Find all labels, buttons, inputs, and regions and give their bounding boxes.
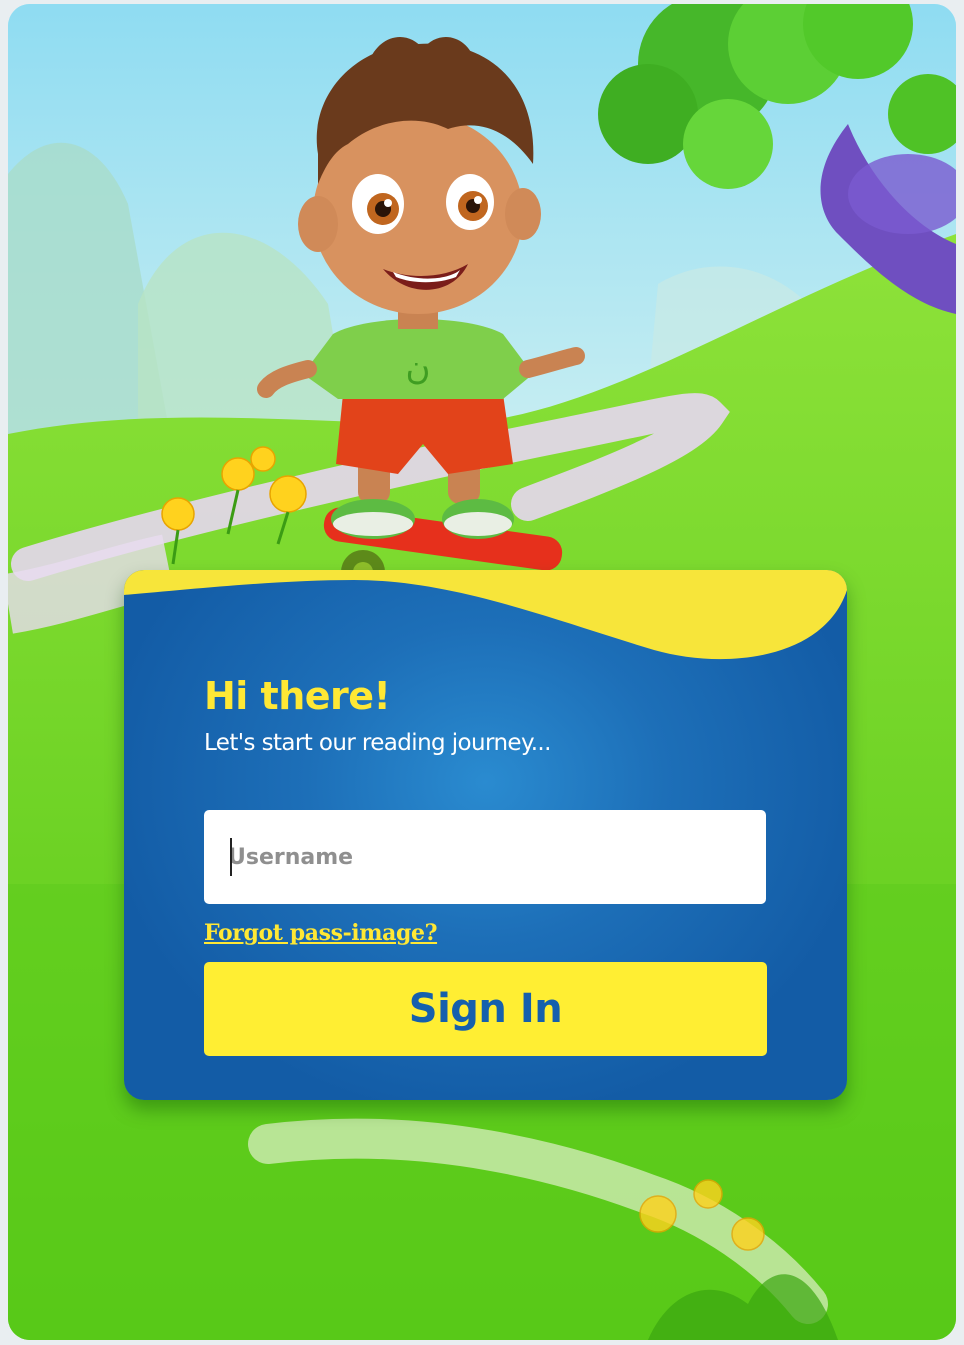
text-caret: [230, 838, 232, 876]
forgot-pass-image-link[interactable]: Forgot pass-image?: [204, 920, 437, 946]
greeting-subtitle: Let's start our reading journey...: [204, 730, 551, 756]
shirt-logo: ﻥ: [406, 348, 431, 388]
app-frame: ﻥ Hi there! Let's start our reading jour…: [8, 4, 956, 1340]
card-wave-decoration: [124, 570, 847, 660]
login-card: Hi there! Let's start our reading journe…: [124, 570, 847, 1100]
mascot-boy-skateboard: ﻥ: [257, 37, 585, 626]
greeting-heading: Hi there!: [204, 674, 391, 718]
username-input[interactable]: [204, 810, 766, 904]
sign-in-button[interactable]: Sign In: [204, 962, 767, 1056]
